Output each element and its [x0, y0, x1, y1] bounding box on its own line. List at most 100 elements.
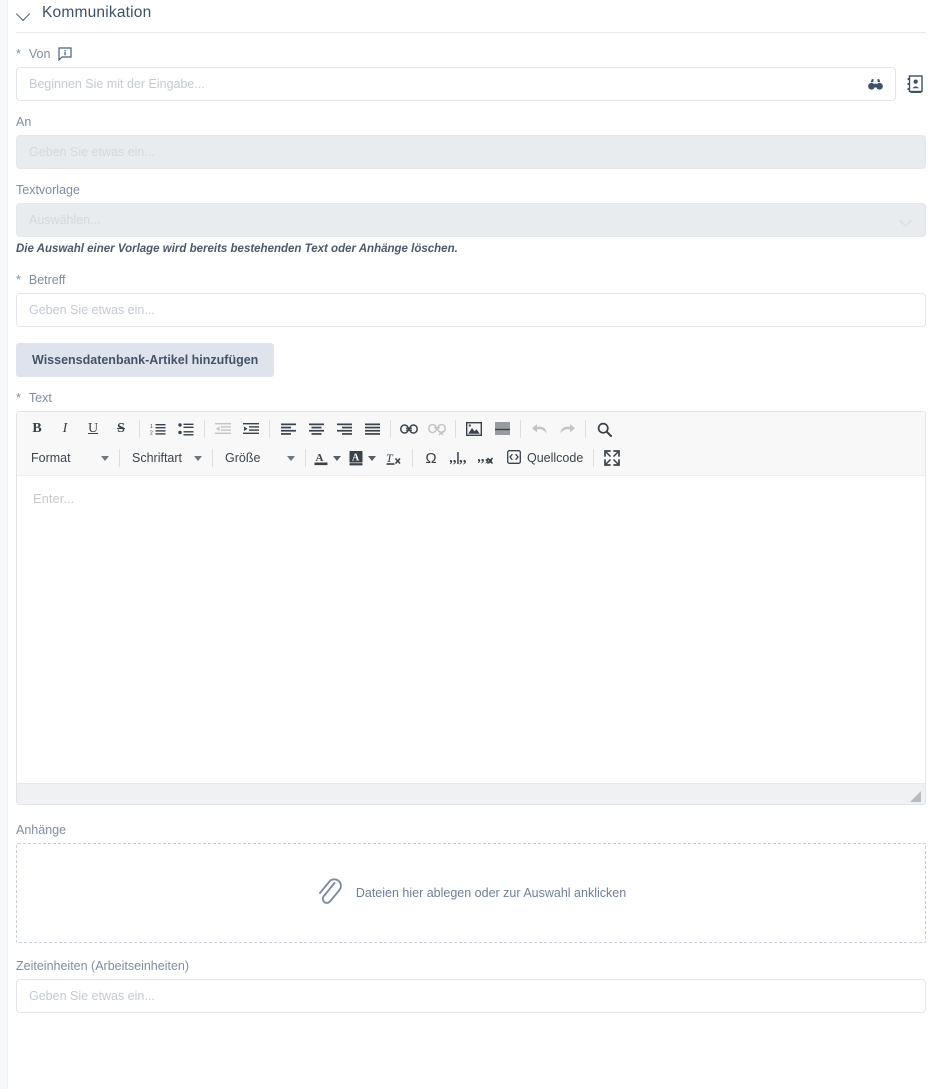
label-textvorlage-text: Textvorlage — [16, 183, 80, 197]
zeiteinheiten-placeholder: Geben Sie etwas ein... — [29, 989, 155, 1003]
betreff-placeholder: Geben Sie etwas ein... — [29, 303, 155, 317]
align-left-icon[interactable] — [274, 416, 302, 442]
outdent-icon — [209, 416, 237, 442]
indent-icon[interactable] — [237, 416, 265, 442]
svg-text:A: A — [316, 452, 324, 464]
field-textvorlage: Textvorlage Auswählen... Die Auswahl ein… — [16, 183, 926, 255]
toolbar-separator — [269, 420, 270, 438]
insert-quote-icon[interactable]: ,, ,, — [445, 445, 473, 471]
undo-icon — [525, 416, 553, 442]
editor-content-area[interactable]: Enter... — [17, 476, 925, 783]
von-placeholder: Beginnen Sie mit der Eingabe... — [29, 77, 205, 91]
editor-placeholder: Enter... — [33, 491, 75, 506]
required-marker-von: * — [16, 47, 21, 61]
betreff-input[interactable]: Geben Sie etwas ein... — [16, 293, 926, 327]
required-marker-betreff: * — [16, 273, 21, 287]
chevron-down-icon — [368, 455, 376, 461]
label-text: * Text — [16, 391, 926, 405]
address-book-icon[interactable] — [904, 71, 926, 97]
toolbar-separator — [593, 449, 595, 467]
section-header-kommunikation[interactable]: Kommunikation — [16, 0, 926, 32]
chevron-down-icon — [287, 455, 295, 461]
von-input[interactable]: Beginnen Sie mit der Eingabe... — [16, 67, 896, 101]
attachments-dropzone-text: Dateien hier ablegen oder zur Auswahl an… — [355, 886, 627, 900]
toolbar-separator — [585, 420, 586, 438]
chevron-down-icon — [101, 455, 109, 461]
toolbar-separator — [390, 420, 391, 438]
remove-quote-icon[interactable]: ,, ,, — [473, 445, 501, 471]
align-justify-icon[interactable] — [358, 416, 386, 442]
source-code-button[interactable]: Quellcode — [501, 445, 589, 471]
label-zeiteinheiten-text: Zeiteinheiten (Arbeitseinheiten) — [16, 959, 190, 973]
page-title: Kommunikation — [42, 4, 152, 21]
toolbar-separator — [520, 420, 521, 438]
size-dropdown[interactable]: Größe — [217, 445, 301, 471]
image-icon[interactable] — [460, 416, 488, 442]
binoculars-icon[interactable] — [868, 78, 883, 91]
attachments-dropzone[interactable]: Dateien hier ablegen oder zur Auswahl an… — [16, 843, 926, 943]
field-an: An Geben Sie etwas ein... — [16, 115, 926, 169]
field-betreff: * Betreff Geben Sie etwas ein... — [16, 273, 926, 327]
label-von-text: Von — [28, 47, 51, 61]
maximize-icon[interactable] — [598, 445, 626, 471]
background-color-icon[interactable]: A — [345, 445, 380, 471]
align-right-icon[interactable] — [330, 416, 358, 442]
chevron-down-icon[interactable] — [900, 214, 913, 227]
svg-text:,,: ,, — [450, 451, 457, 465]
remove-format-icon[interactable]: T — [380, 445, 408, 471]
chevron-down-icon — [333, 455, 341, 461]
label-zeiteinheiten: Zeiteinheiten (Arbeitseinheiten) — [16, 959, 926, 973]
editor-toolbar: B I U S 1 2 Format Schriftart Größe A A … — [17, 412, 925, 476]
field-text: * Text B I U S 1 2 Format Schriftart Grö… — [16, 391, 926, 805]
bold-icon[interactable]: B — [23, 416, 51, 442]
toolbar-separator — [119, 449, 120, 467]
italic-icon[interactable]: I — [51, 416, 79, 442]
text-color-icon[interactable]: A — [310, 445, 345, 471]
chevron-down-icon[interactable] — [16, 5, 32, 21]
svg-text:2: 2 — [150, 431, 153, 437]
label-anhaenge: Anhänge — [16, 823, 926, 837]
add-knowledgebase-article-button[interactable]: Wissensdatenbank-Artikel hinzufügen — [16, 343, 275, 377]
horizontal-rule-icon[interactable] — [488, 416, 516, 442]
format-dropdown-label: Format — [31, 451, 71, 465]
toolbar-separator — [412, 449, 413, 467]
paperclip-icon — [316, 876, 342, 911]
field-zeiteinheiten: Zeiteinheiten (Arbeitseinheiten) Geben S… — [16, 959, 926, 1013]
editor-resize-handle[interactable] — [910, 791, 921, 802]
redo-icon — [553, 416, 581, 442]
toolbar-separator — [139, 420, 140, 438]
label-text-text: Text — [28, 391, 52, 405]
left-gutter — [0, 0, 8, 1089]
info-bubble-icon[interactable] — [58, 47, 73, 61]
toolbar-row-2: Format Schriftart Größe A A T Ω , ,, , ,… — [23, 445, 919, 471]
format-dropdown[interactable]: Format — [23, 445, 115, 471]
zeiteinheiten-input[interactable]: Geben Sie etwas ein... — [16, 979, 926, 1013]
size-dropdown-label: Größe — [225, 451, 261, 465]
label-an: An — [16, 115, 926, 129]
svg-text:,,: ,, — [459, 451, 467, 465]
find-icon[interactable] — [590, 416, 618, 442]
bulleted-list-icon[interactable] — [172, 416, 200, 442]
label-betreff-text: Betreff — [28, 273, 66, 287]
communication-form-page: Kommunikation * Von Beginnen Sie mit der… — [0, 0, 942, 1089]
special-character-icon[interactable]: Ω — [417, 445, 445, 471]
font-dropdown[interactable]: Schriftart — [124, 445, 208, 471]
label-textvorlage: Textvorlage — [16, 183, 926, 197]
underline-icon[interactable]: U — [79, 416, 107, 442]
textvorlage-select[interactable]: Auswählen... — [16, 203, 926, 237]
source-code-icon — [507, 449, 521, 467]
align-center-icon[interactable] — [302, 416, 330, 442]
rich-text-editor: B I U S 1 2 Format Schriftart Größe A A … — [16, 411, 926, 805]
svg-text:A: A — [352, 453, 360, 464]
von-input-row: Beginnen Sie mit der Eingabe... — [16, 67, 926, 101]
numbered-list-icon[interactable]: 1 2 — [144, 416, 172, 442]
svg-text:T: T — [386, 451, 394, 465]
link-icon[interactable] — [395, 416, 423, 442]
textvorlage-hint: Die Auswahl einer Vorlage wird bereits b… — [16, 243, 458, 255]
font-dropdown-label: Schriftart — [132, 451, 183, 465]
label-an-text: An — [16, 115, 32, 129]
label-von: * Von — [16, 47, 926, 61]
an-input[interactable]: Geben Sie etwas ein... — [16, 135, 926, 169]
required-marker-text: * — [16, 391, 21, 405]
strikethrough-icon[interactable]: S — [107, 416, 135, 442]
